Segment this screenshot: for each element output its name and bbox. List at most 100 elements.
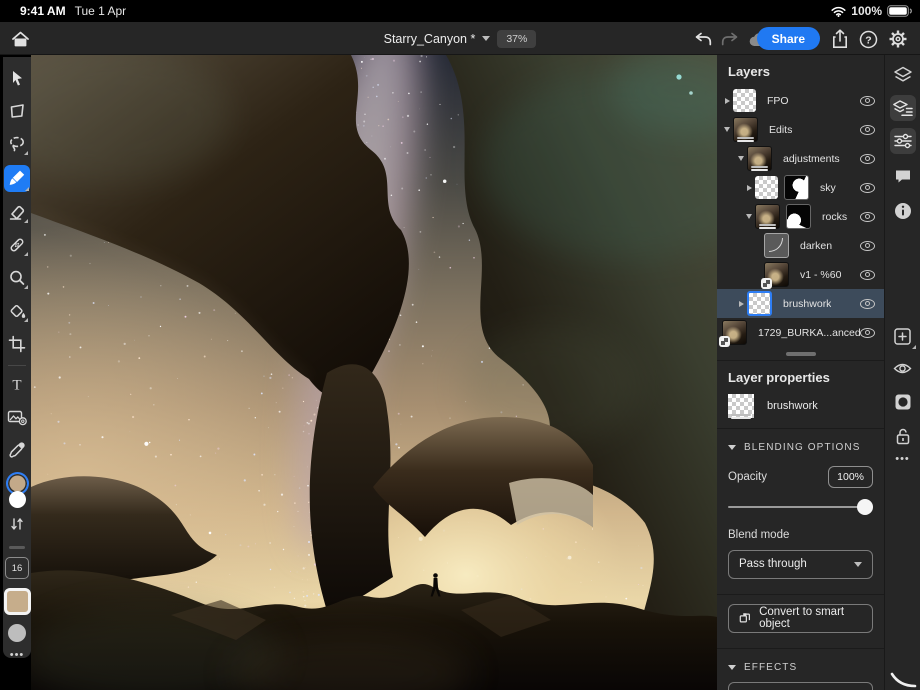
panel-divider bbox=[717, 428, 884, 429]
fill-tool[interactable] bbox=[5, 299, 29, 323]
layer-name: FPO bbox=[767, 95, 789, 107]
layer-row-edits[interactable]: Edits bbox=[717, 115, 884, 144]
layer-thumbnail[interactable] bbox=[733, 117, 758, 142]
layer-row-v1[interactable]: v1 - %60 bbox=[717, 260, 884, 289]
chevron-down-icon bbox=[854, 562, 862, 567]
brush-size-indicator[interactable]: 16 bbox=[5, 557, 29, 579]
visibility-eye-icon[interactable] bbox=[860, 154, 875, 164]
redo-icon[interactable] bbox=[718, 27, 742, 51]
add-layer-effect-button[interactable]: fx Add layer effect bbox=[728, 682, 873, 690]
visibility-eye-icon[interactable] bbox=[860, 96, 875, 106]
visibility-eye-icon[interactable] bbox=[860, 125, 875, 135]
share-button[interactable]: Share bbox=[757, 27, 820, 50]
properties-sliders-icon[interactable] bbox=[890, 128, 916, 154]
info-icon[interactable] bbox=[890, 198, 916, 224]
layer-row-sky[interactable]: sky bbox=[717, 173, 884, 202]
place-photo-tool[interactable] bbox=[5, 405, 29, 429]
eyedropper-tool[interactable] bbox=[5, 438, 29, 462]
disclosure-expanded-icon[interactable] bbox=[721, 127, 733, 132]
visibility-eye-icon[interactable] bbox=[860, 328, 875, 338]
layer-thumbnail[interactable] bbox=[747, 146, 772, 171]
panel-drag-handle[interactable] bbox=[786, 352, 816, 356]
opacity-slider-knob[interactable] bbox=[857, 499, 873, 515]
brush-preview-swatch[interactable] bbox=[4, 588, 31, 615]
visibility-eye-icon[interactable] bbox=[860, 241, 875, 251]
background-color-swatch[interactable] bbox=[9, 491, 26, 508]
crop-tool[interactable] bbox=[5, 332, 29, 356]
visibility-eye-icon[interactable] bbox=[860, 183, 875, 193]
move-tool[interactable] bbox=[5, 66, 29, 90]
undo-icon[interactable] bbox=[691, 27, 715, 51]
layer-row-adjustments[interactable]: adjustments bbox=[717, 144, 884, 173]
comment-icon[interactable] bbox=[890, 163, 916, 189]
disclosure-expanded-icon[interactable] bbox=[735, 156, 747, 161]
selected-layer-thumbnail[interactable] bbox=[747, 291, 772, 316]
blend-mode-label: Blend mode bbox=[728, 529, 884, 541]
layer-mask-thumbnail[interactable] bbox=[784, 175, 809, 200]
layer-name: brushwork bbox=[783, 298, 831, 310]
layer-thumbnail[interactable] bbox=[755, 204, 780, 229]
layers-icon[interactable] bbox=[890, 62, 916, 88]
lock-icon[interactable] bbox=[890, 423, 916, 449]
export-icon[interactable] bbox=[828, 27, 852, 51]
visibility-eye-icon[interactable] bbox=[860, 270, 875, 280]
convert-to-smart-object-button[interactable]: Convert to smart object bbox=[728, 604, 873, 633]
settings-gear-icon[interactable] bbox=[886, 27, 910, 51]
corner-swoosh-icon[interactable] bbox=[889, 660, 917, 688]
layer-row-rocks[interactable]: rocks bbox=[717, 202, 884, 231]
canvas-image[interactable] bbox=[31, 55, 717, 690]
tool-divider bbox=[8, 365, 26, 366]
visibility-icon[interactable] bbox=[890, 355, 916, 381]
blend-mode-select[interactable]: Pass through bbox=[728, 550, 873, 579]
zoom-tool[interactable] bbox=[5, 266, 29, 290]
more-options-icon[interactable]: ••• bbox=[895, 456, 910, 462]
layer-detail-view-icon[interactable] bbox=[890, 95, 916, 121]
lasso-tool[interactable] bbox=[5, 132, 29, 156]
opacity-slider[interactable] bbox=[728, 499, 873, 515]
help-icon[interactable]: ? bbox=[856, 27, 880, 51]
layer-thumbnail[interactable] bbox=[733, 89, 756, 112]
healing-brush-tool[interactable] bbox=[5, 233, 29, 257]
layer-name: Edits bbox=[769, 124, 792, 136]
adjustment-curve-thumbnail[interactable] bbox=[764, 233, 789, 258]
disclosure-collapsed-icon[interactable] bbox=[721, 98, 733, 104]
button-label: Convert to smart object bbox=[759, 606, 862, 630]
layers-panel: Layers FPO Edits adjustments sky rocks d… bbox=[717, 55, 884, 690]
layer-row-1729[interactable]: 1729_BURKA...anced-NR33 bbox=[717, 318, 884, 347]
smart-object-thumbnail[interactable] bbox=[722, 320, 747, 345]
tool-more-options-icon[interactable]: ••• bbox=[10, 652, 25, 658]
disclosure-collapsed-icon[interactable] bbox=[735, 301, 747, 307]
layer-name: sky bbox=[820, 182, 836, 194]
blending-options-header[interactable]: BLENDING OPTIONS bbox=[728, 442, 884, 453]
visibility-eye-icon[interactable] bbox=[860, 299, 875, 309]
eraser-tool[interactable] bbox=[5, 201, 29, 225]
disclosure-collapsed-icon[interactable] bbox=[743, 185, 755, 191]
disclosure-expanded-icon[interactable] bbox=[743, 214, 755, 219]
opacity-value-box[interactable]: 100% bbox=[828, 466, 873, 488]
layer-mask-thumbnail[interactable] bbox=[786, 204, 811, 229]
visibility-eye-icon[interactable] bbox=[860, 212, 875, 222]
title-chevron-down-icon[interactable] bbox=[482, 36, 490, 41]
zoom-level-badge[interactable]: 37% bbox=[497, 30, 536, 48]
layer-row-brushwork-selected[interactable]: brushwork bbox=[717, 289, 884, 318]
layer-name: 1729_BURKA...anced-NR33 bbox=[758, 327, 860, 339]
document-title[interactable]: Starry_Canyon * bbox=[384, 32, 476, 46]
brush-tool[interactable] bbox=[4, 165, 30, 192]
layer-row-fpo[interactable]: FPO bbox=[717, 86, 884, 115]
share-button-label: Share bbox=[772, 32, 805, 46]
layer-properties-title: Layer properties bbox=[728, 370, 884, 385]
transform-tool[interactable] bbox=[5, 99, 29, 123]
brush-hardness-indicator[interactable] bbox=[8, 624, 26, 642]
section-label: BLENDING OPTIONS bbox=[744, 442, 861, 453]
mask-icon[interactable] bbox=[890, 389, 916, 415]
layer-thumbnail[interactable] bbox=[755, 176, 778, 199]
type-tool[interactable]: T bbox=[5, 372, 29, 396]
app-header: Starry_Canyon * 37% Share ? bbox=[0, 22, 920, 55]
panel-divider bbox=[717, 648, 884, 649]
layer-row-darken[interactable]: darken bbox=[717, 231, 884, 260]
add-layer-icon[interactable] bbox=[890, 323, 916, 349]
effects-header[interactable]: EFFECTS bbox=[728, 662, 884, 673]
smart-object-thumbnail[interactable] bbox=[764, 262, 789, 287]
swap-colors-icon[interactable] bbox=[5, 513, 29, 537]
opacity-slider-track[interactable] bbox=[728, 506, 873, 508]
